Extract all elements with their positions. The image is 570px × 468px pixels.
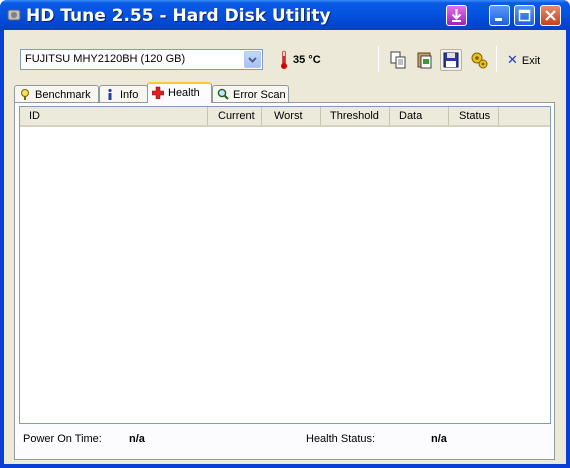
column-header-id[interactable]: ID [20,107,208,125]
health-panel: ID Current Worst Threshold Data Status P… [14,102,555,460]
health-status-label: Health Status: [306,433,376,445]
download-button[interactable] [446,5,467,26]
tab-error-scan[interactable]: Error Scan [212,85,289,103]
save-button[interactable] [440,49,462,71]
toolbar-separator [378,46,379,72]
column-header-threshold[interactable]: Threshold [321,107,390,125]
exit-icon: ✕ [507,52,518,67]
column-header-current[interactable]: Current [208,107,262,125]
info-icon [108,88,112,100]
thermometer-icon [281,50,287,69]
maximize-icon [518,9,531,22]
tab-label: Health [168,87,200,99]
down-arrow-icon [451,9,462,22]
power-on-time-label: Power On Time: [23,433,102,445]
stopwatch-icon [21,89,29,100]
health-cross-icon [152,86,164,99]
exit-button[interactable]: ✕ Exit [507,52,540,68]
floppy-disk-icon [443,52,459,68]
tab-health[interactable]: Health [147,82,212,103]
close-button[interactable] [540,5,561,26]
exit-label: Exit [521,55,541,67]
tab-label: Info [120,89,139,101]
magnifier-icon [217,88,229,100]
gear-icon [471,52,488,69]
dropdown-arrow-button[interactable] [244,51,261,68]
copy-icon [390,51,406,69]
tab-label: Error Scan [233,89,286,101]
column-header-status[interactable]: Status [449,107,499,125]
app-icon[interactable] [6,7,22,23]
close-icon [545,10,556,21]
window-title: HD Tune 2.55 - Hard Disk Utility [26,6,331,26]
copy-text-button[interactable] [387,49,409,71]
minimize-button[interactable] [489,5,510,26]
power-on-time-value: n/a [129,433,145,445]
health-status-value: n/a [431,433,447,445]
minimize-icon [495,18,502,21]
copy-screenshot-button[interactable] [414,49,436,71]
column-header-data[interactable]: Data [390,107,449,125]
toolbar-separator [496,46,497,72]
chevron-down-icon [248,57,257,63]
table-header: ID Current Worst Threshold Data Status [20,107,550,127]
clipboard-icon [417,52,432,69]
app-window: HD Tune 2.55 - Hard Disk Utility FUJITSU [0,0,570,468]
column-header-worst[interactable]: Worst [262,107,321,125]
tab-label: Benchmark [35,89,91,101]
drive-select[interactable]: FUJITSU MHY2120BH (120 GB) [20,49,263,70]
drive-select-value: FUJITSU MHY2120BH (120 GB) [25,53,186,65]
tab-info[interactable]: Info [99,85,148,103]
tab-benchmark[interactable]: Benchmark [14,85,99,103]
title-bar[interactable]: HD Tune 2.55 - Hard Disk Utility [0,0,570,30]
client-area: FUJITSU MHY2120BH (120 GB) 35 °C ✕ Exit … [4,30,566,464]
maximize-button[interactable] [514,5,535,26]
smart-attributes-table[interactable]: ID Current Worst Threshold Data Status [19,106,551,424]
temperature-readout: 35 °C [293,54,321,66]
options-button[interactable] [468,49,490,71]
